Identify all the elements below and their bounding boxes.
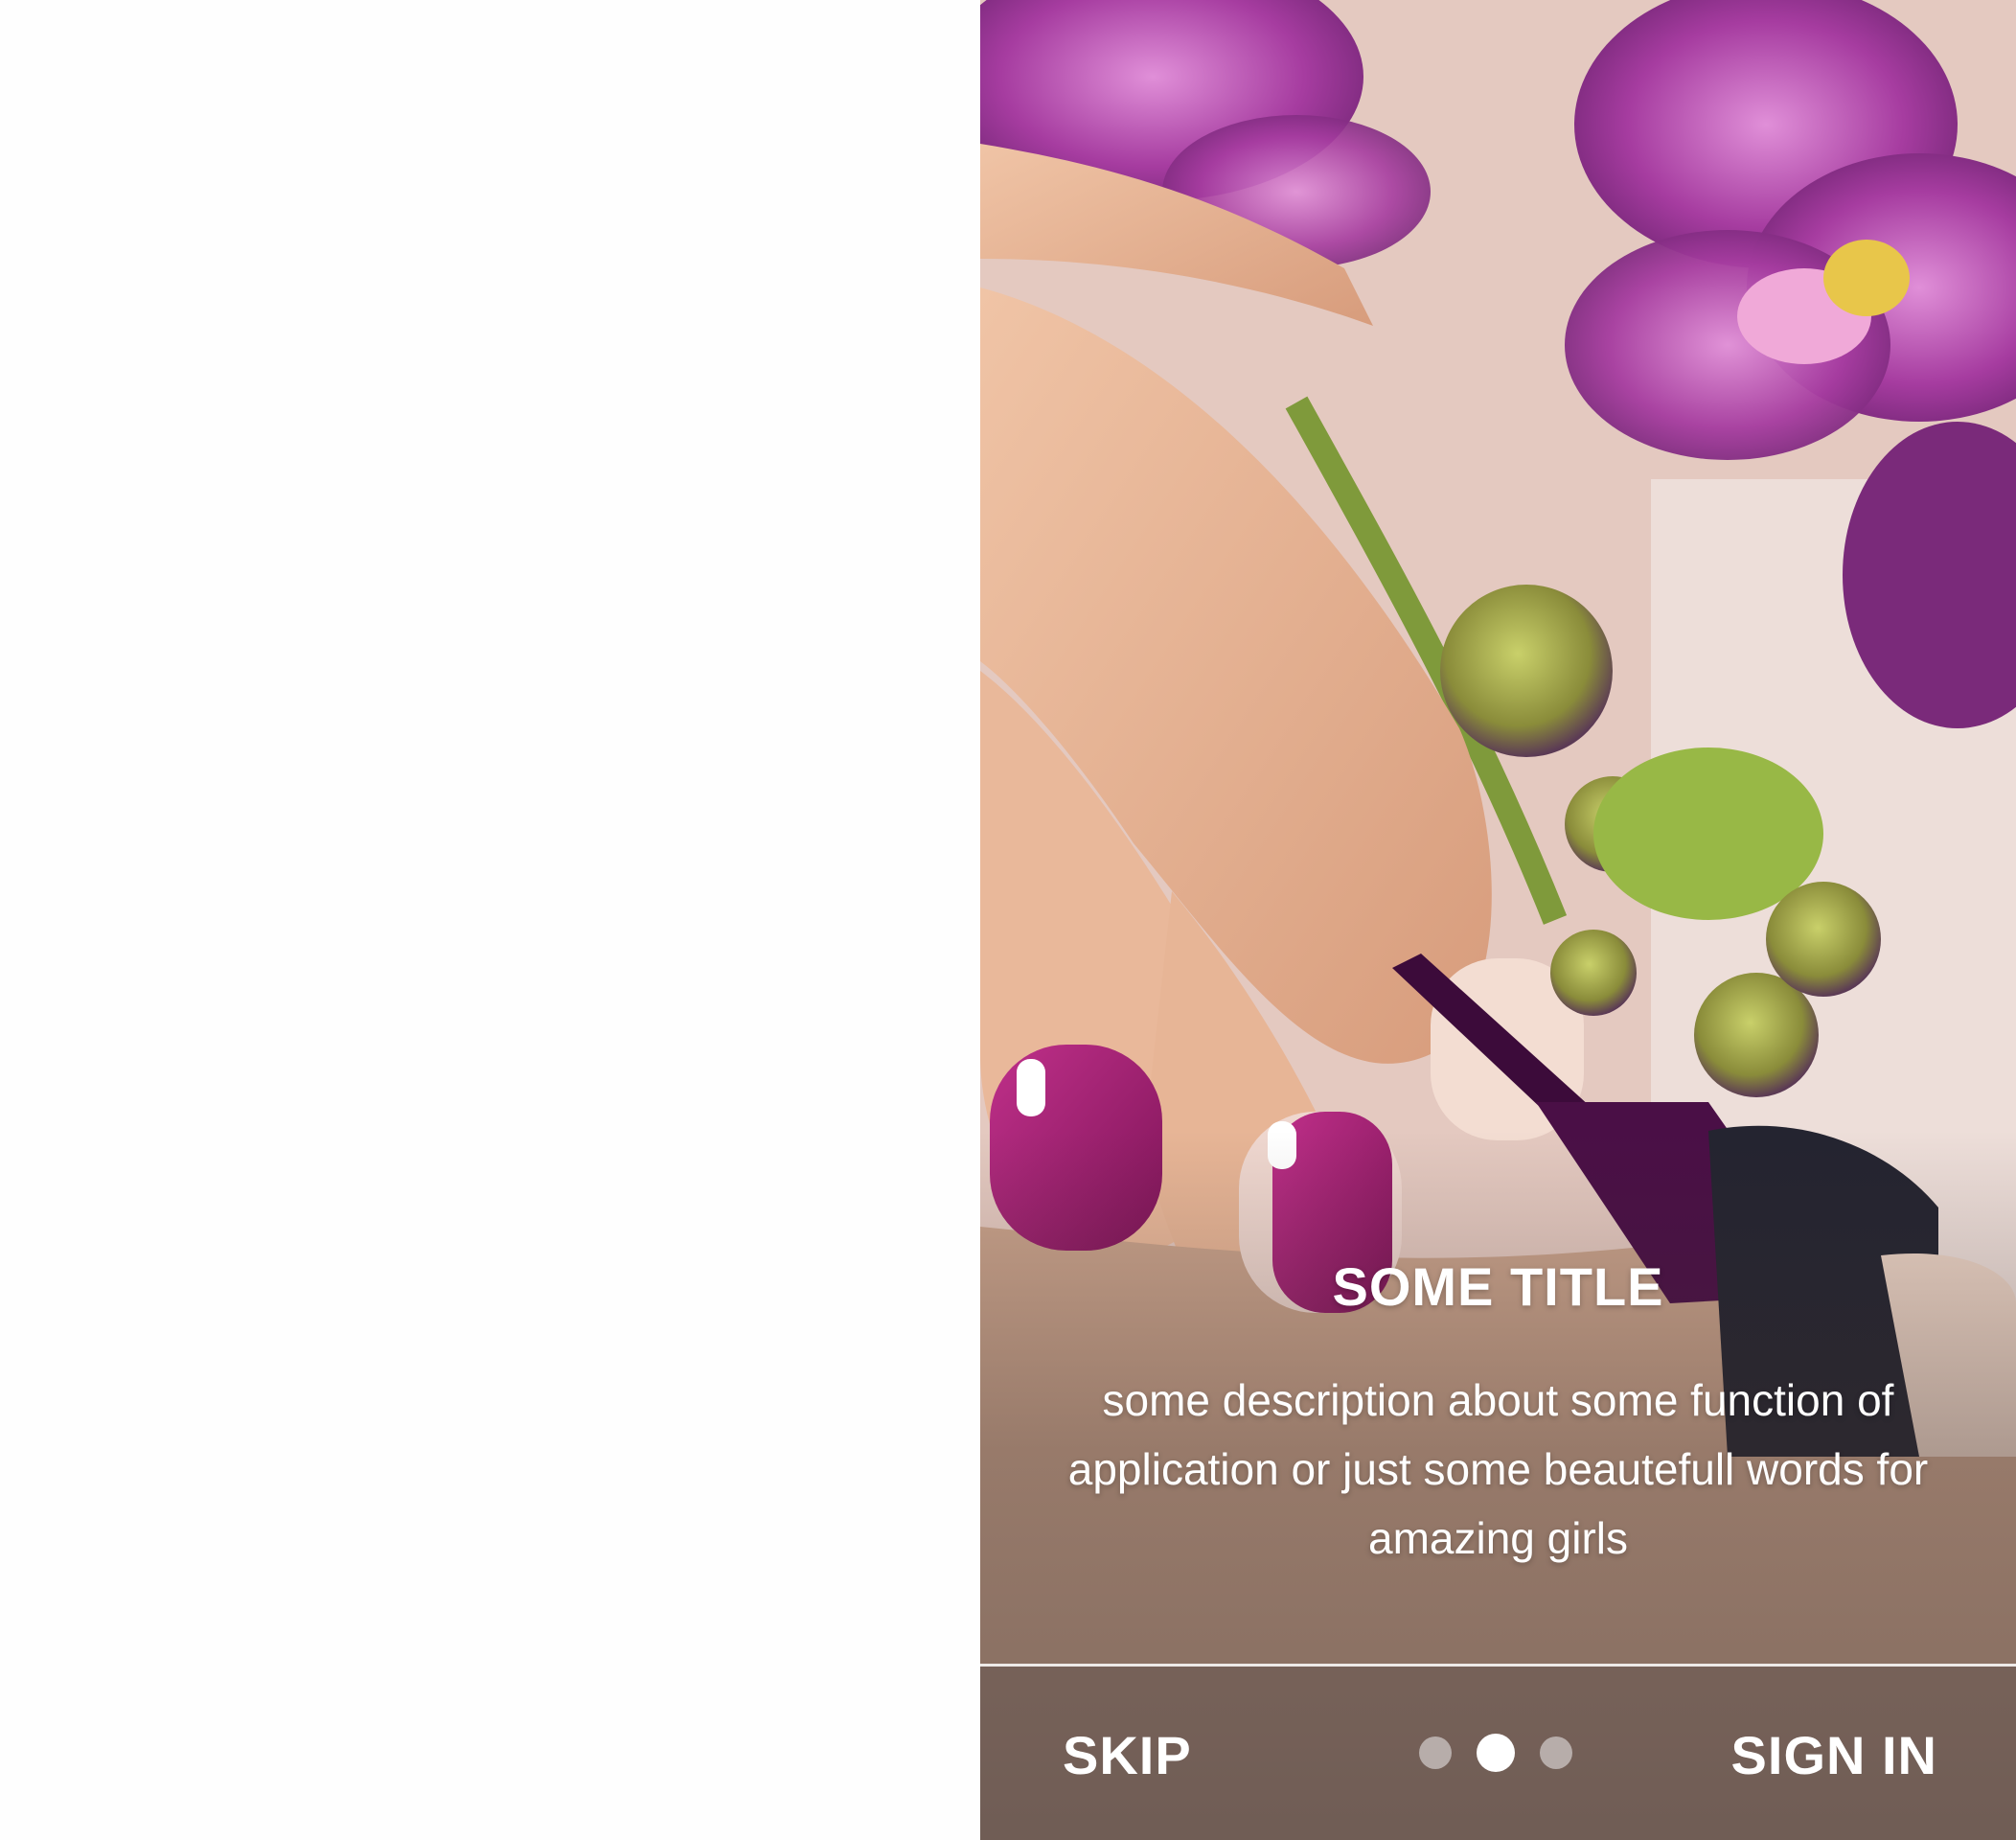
onboarding-text: SOME TITLE some description about some f… xyxy=(980,1255,2016,1573)
page-description: some description about some function of … xyxy=(1067,1375,1929,1563)
page-dot-3[interactable] xyxy=(1540,1736,1572,1769)
page-title: SOME TITLE xyxy=(1332,1256,1664,1317)
page-dot-1[interactable] xyxy=(1419,1736,1452,1769)
sign-in-button[interactable]: SIGN IN xyxy=(1731,1724,1937,1786)
page-dot-2-active[interactable] xyxy=(1477,1734,1515,1772)
onboarding-screen: SOME TITLE some description about some f… xyxy=(980,0,2016,1840)
page-indicator xyxy=(1419,1734,1572,1772)
blank-panel xyxy=(0,0,980,1840)
bottom-bar: SKIP SIGN IN xyxy=(980,1667,2016,1840)
skip-button[interactable]: SKIP xyxy=(1063,1724,1192,1786)
